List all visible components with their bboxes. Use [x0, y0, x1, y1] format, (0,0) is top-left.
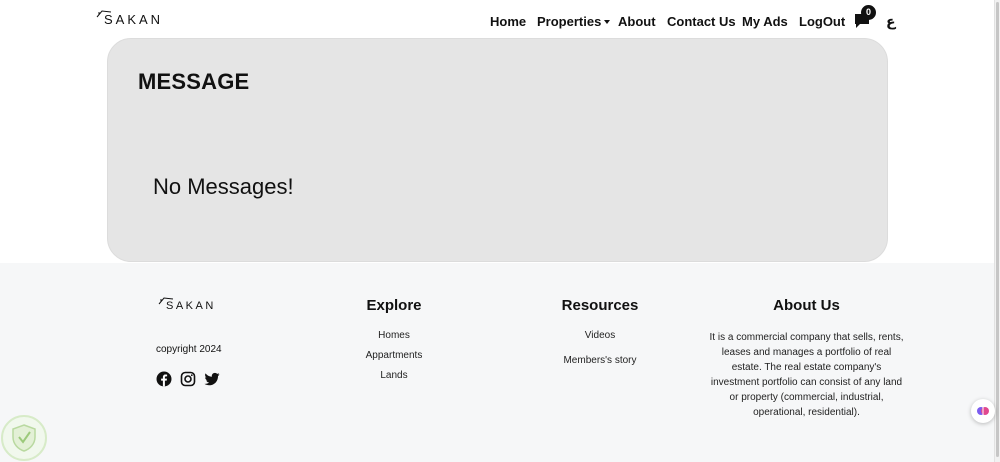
footer-brand-logo[interactable]: SAKAN: [158, 297, 216, 313]
social-links: [156, 371, 220, 387]
resources-heading: Resources: [561, 297, 639, 314]
instagram-icon[interactable]: [180, 371, 196, 387]
about-line: estate. The real estate company's: [731, 362, 882, 373]
messages-count-badge: 0: [861, 5, 876, 20]
about-line: or property (commercial, industrial,: [729, 392, 884, 403]
scrollbar-thumb[interactable]: [996, 2, 999, 457]
messages-button[interactable]: 0: [853, 5, 876, 32]
footer-link-videos[interactable]: Videos: [550, 330, 650, 342]
footer-link-appartments[interactable]: Appartments: [344, 350, 444, 362]
security-shield-badge[interactable]: [1, 415, 47, 461]
shield-icon: [12, 424, 36, 452]
footer-link-lands[interactable]: Lands: [344, 370, 444, 382]
nav-about-link[interactable]: About: [618, 14, 656, 29]
page-scrollbar[interactable]: [994, 0, 1000, 462]
nav-my-ads-link[interactable]: My Ads: [742, 14, 788, 29]
footer-link-members-story[interactable]: Members's story: [550, 355, 650, 367]
about-line: operational, residential).: [753, 407, 860, 418]
brain-icon: [977, 407, 989, 415]
twitter-icon[interactable]: [204, 371, 220, 387]
nav-logout-link[interactable]: LogOut: [799, 14, 845, 29]
top-navbar: SAKAN Home Properties About Contact Us M…: [0, 0, 994, 40]
explore-heading: Explore: [366, 297, 422, 314]
roof-logo-icon: [96, 10, 112, 18]
messages-panel: MESSAGE No Messages!: [107, 38, 888, 262]
nav-contact-link[interactable]: Contact Us: [667, 14, 736, 29]
nav-properties-dropdown[interactable]: Properties: [537, 13, 611, 29]
floating-widget-button[interactable]: [971, 399, 995, 423]
about-heading: About Us: [773, 297, 840, 314]
site-footer: SAKAN copyright 2024 Explore Homes Appar…: [0, 263, 994, 462]
nav-properties-label: Properties: [537, 13, 602, 29]
roof-logo-icon: [158, 297, 174, 305]
caret-down-icon: [604, 19, 611, 24]
footer-explore-column: Explore Homes Appartments Lands: [344, 297, 444, 390]
footer-about-column: About Us It is a commercial company that…: [705, 297, 908, 420]
copyright-text: copyright 2024: [156, 344, 222, 355]
about-line: investment portfolio can consist of any …: [710, 377, 903, 388]
brand-logo[interactable]: SAKAN: [96, 10, 163, 28]
empty-messages-text: No Messages!: [153, 174, 294, 199]
about-line: It is a commercial company that sells, r…: [709, 332, 904, 343]
language-toggle[interactable]: ع: [886, 14, 896, 30]
facebook-icon[interactable]: [156, 371, 172, 387]
page-title: MESSAGE: [138, 69, 250, 94]
about-line: leases and manages a portfolio of real: [721, 347, 892, 358]
about-description: It is a commercial company that sells, r…: [705, 330, 908, 420]
nav-home-link[interactable]: Home: [490, 14, 526, 29]
footer-resources-column: Resources Videos Members's story: [550, 297, 650, 380]
footer-link-homes[interactable]: Homes: [344, 330, 444, 342]
